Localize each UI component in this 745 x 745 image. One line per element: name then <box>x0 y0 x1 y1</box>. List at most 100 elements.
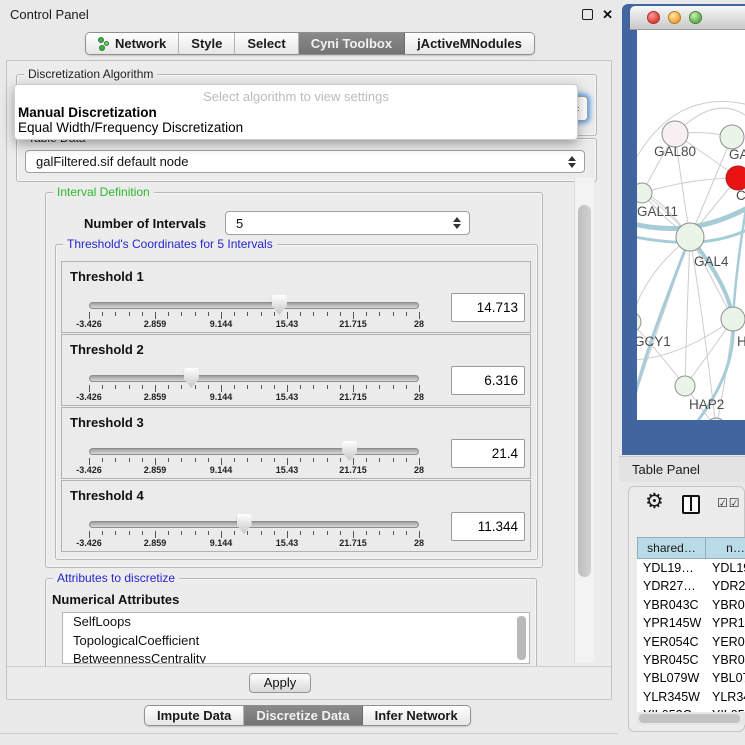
zoom-traffic-light-icon[interactable] <box>689 11 702 24</box>
table-row[interactable]: YLR345WYLR34 <box>637 688 745 706</box>
table-cell[interactable]: YDL19… <box>637 559 706 577</box>
tab-infer-network[interactable]: Infer Network <box>363 706 470 725</box>
table-cell[interactable]: YBL079W <box>637 669 706 687</box>
network-window-titlebar[interactable] <box>630 6 745 30</box>
table-panel-title: Table Panel <box>632 462 700 477</box>
network-node-h[interactable] <box>721 307 745 331</box>
threshold-label: Threshold 1 <box>70 269 144 284</box>
table-row[interactable]: YER054CYER05 <box>637 633 745 651</box>
panel-scrollbar-thumb[interactable] <box>578 205 591 577</box>
tab-label: Discretize Data <box>256 708 349 723</box>
node-label-clipped: GA <box>729 147 745 162</box>
threshold-row-2: Threshold 2-3.4262.8599.14415.4321.71528… <box>61 334 531 406</box>
threshold-slider-track[interactable] <box>89 302 419 309</box>
threshold-label: Threshold 4 <box>70 488 144 503</box>
tab-impute-data[interactable]: Impute Data <box>145 706 244 725</box>
threshold-value-field[interactable]: 14.713 <box>451 293 525 322</box>
close-traffic-light-icon[interactable] <box>647 11 660 24</box>
tab-network[interactable]: Network <box>86 33 179 54</box>
network-window: GAL80GAL11GAL4GCY1HHAP2GAC <box>622 4 745 455</box>
network-node-hap2[interactable] <box>675 376 695 396</box>
close-icon[interactable]: ✕ <box>602 9 613 20</box>
tab-cyni-toolbox[interactable]: Cyni Toolbox <box>299 33 405 54</box>
table-hscrollbar-thumb[interactable] <box>639 714 740 723</box>
tab-label: Network <box>115 36 166 51</box>
column-header-name[interactable]: n… <box>706 537 745 559</box>
column-layout-icon[interactable] <box>682 495 700 514</box>
table-cell[interactable]: YPR145W <box>637 614 706 632</box>
attribute-item-selfloops[interactable]: SelfLoops <box>63 613 529 632</box>
column-header-shared-name[interactable]: shared… <box>637 537 706 559</box>
table-cell[interactable]: YBR04 <box>706 651 745 669</box>
threshold-slider-track[interactable] <box>89 448 419 455</box>
threshold-value-field[interactable]: 11.344 <box>451 512 525 541</box>
tab-jactivemnodules[interactable]: jActiveMNodules <box>405 33 534 54</box>
table-row[interactable]: YBR045CYBR04 <box>637 651 745 669</box>
table-cell[interactable]: YER054C <box>637 633 706 651</box>
table-cell[interactable]: YBR043C <box>637 596 706 614</box>
network-node-gal4[interactable] <box>676 223 704 251</box>
table-cell[interactable]: YER05 <box>706 633 745 651</box>
node-attribute-table[interactable]: shared…n…YDL19…YDL19YDR27…YDR27YBR043CYB… <box>637 537 745 713</box>
table-cell[interactable]: YBR045C <box>637 651 706 669</box>
tab-style[interactable]: Style <box>179 33 235 54</box>
table-cell[interactable]: YDR27 <box>706 577 745 595</box>
network-node[interactable] <box>720 125 744 149</box>
table-row[interactable]: YDR27…YDR27 <box>637 577 745 595</box>
num-intervals-combobox[interactable]: 5 <box>225 211 470 235</box>
node-label-clipped: C <box>736 188 745 203</box>
slider-tick-labels: -3.4262.8599.14415.4321.71528 <box>89 392 419 403</box>
network-node[interactable] <box>726 166 745 190</box>
table-cell[interactable]: YBR04 <box>706 596 745 614</box>
table-row[interactable]: YBL079WYBL07 <box>637 669 745 687</box>
select-columns-icon[interactable]: ☑☑ <box>717 496 741 510</box>
table-toolbar: ⚙ ☑☑ <box>629 487 744 521</box>
network-node-gal11[interactable] <box>637 183 652 203</box>
threshold-value-field[interactable]: 6.316 <box>451 366 525 395</box>
threshold-label: Threshold 3 <box>70 415 144 430</box>
algorithm-option-manual-discretization[interactable]: Manual Discretization <box>15 105 577 120</box>
combo-stepper-icon <box>451 217 463 229</box>
table-cell[interactable]: YDL19 <box>706 559 745 577</box>
table-row[interactable]: YPR145WYPR14 <box>637 614 745 632</box>
attributes-group-title: Attributes to discretize <box>53 571 179 585</box>
gear-icon[interactable]: ⚙ <box>645 489 664 514</box>
table-hscrollbar-track[interactable] <box>637 712 745 725</box>
table-data-combobox[interactable]: galFiltered.sif default node <box>25 150 585 173</box>
attribute-item-topologicalcoefficient[interactable]: TopologicalCoefficient <box>63 632 529 651</box>
algorithm-option-equal-width-frequency-discretization[interactable]: Equal Width/Frequency Discretization <box>15 120 577 135</box>
minimize-traffic-light-icon[interactable] <box>668 11 681 24</box>
network-node-gcy1[interactable] <box>637 312 641 332</box>
tab-discretize-data[interactable]: Discretize Data <box>244 706 362 725</box>
node-label: GAL11 <box>637 204 678 219</box>
threshold-slider-track[interactable] <box>89 521 419 528</box>
threshold-slider-track[interactable] <box>89 375 419 382</box>
table-panel-body: ⚙ ☑☑ shared…n…YDL19…YDL19YDR27…YDR27YBR0… <box>628 486 745 732</box>
attribute-item-betweennesscentrality[interactable]: BetweennessCentrality <box>63 650 529 664</box>
network-canvas[interactable]: GAL80GAL11GAL4GCY1HHAP2GAC <box>637 30 745 420</box>
algorithm-dropdown-popup: Select algorithm to view settings Manual… <box>14 84 578 140</box>
interval-definition-title: Interval Definition <box>53 185 154 199</box>
table-cell[interactable]: YBL07 <box>706 669 745 687</box>
apply-button[interactable]: Apply <box>249 673 311 693</box>
table-cell[interactable]: YLR34 <box>706 688 745 706</box>
panel-scrollbar-track[interactable] <box>574 178 594 662</box>
top-tab-bar: Network StyleSelect Cyni Toolbox jActiveMNo… <box>85 32 535 55</box>
apply-bar: Apply <box>7 666 611 699</box>
threshold-value-field[interactable]: 21.4 <box>451 439 525 468</box>
table-cell[interactable]: YDR27… <box>637 577 706 595</box>
network-edge <box>685 237 690 386</box>
table-cell[interactable]: YPR14 <box>706 614 745 632</box>
network-edge <box>642 178 738 193</box>
tab-label: Cyni Toolbox <box>311 36 392 51</box>
tab-select[interactable]: Select <box>235 33 298 54</box>
algorithm-placeholder-option[interactable]: Select algorithm to view settings <box>15 87 577 105</box>
numerical-attributes-list[interactable]: SelfLoopsTopologicalCoefficientBetweenne… <box>62 612 530 664</box>
attributes-list-scrollbar[interactable] <box>517 616 526 660</box>
table-cell[interactable]: YLR345W <box>637 688 706 706</box>
algorithm-group-title: Discretization Algorithm <box>24 67 157 81</box>
float-window-icon[interactable] <box>582 9 593 20</box>
table-row[interactable]: YBR043CYBR04 <box>637 596 745 614</box>
table-row[interactable]: YDL19…YDL19 <box>637 559 745 577</box>
thresholds-group-title: Threshold's Coordinates for 5 Intervals <box>63 237 277 251</box>
